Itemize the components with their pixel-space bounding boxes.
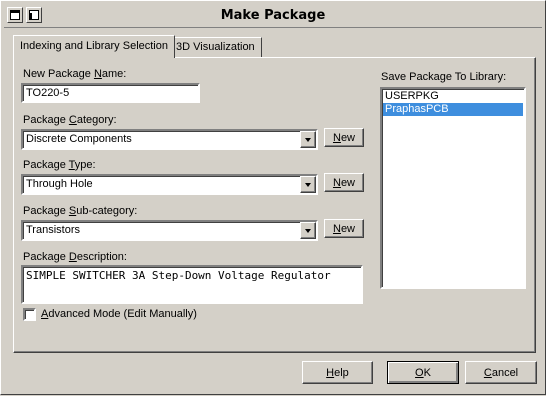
package-type-label: Package Type: [23,159,96,171]
package-subcategory-label: Package Sub-category: [23,205,138,217]
package-category-select[interactable]: Discrete Components [21,129,318,150]
library-list[interactable]: USERPKG PraphasPCB [380,87,526,289]
list-item[interactable]: USERPKG [383,90,523,103]
library-label: Save Package To Library: [381,71,507,83]
new-category-button[interactable]: New [324,128,364,147]
chevron-down-icon[interactable] [300,176,316,193]
advanced-mode-checkbox[interactable] [23,308,36,321]
package-type-select[interactable]: Through Hole [21,174,318,195]
package-category-label: Package Category: [23,114,117,126]
package-name-input[interactable]: TO220-5 [21,83,200,103]
chevron-down-icon[interactable] [300,222,316,239]
advanced-mode-label[interactable]: Advanced Mode (Edit Manually) [41,308,197,320]
make-package-dialog: Make Package Indexing and Library Select… [0,0,546,395]
package-subcategory-select[interactable]: Transistors [21,220,318,241]
new-type-button[interactable]: New [324,173,364,192]
new-subcategory-button[interactable]: New [324,219,364,238]
package-description-label: Package Description: [23,251,127,263]
list-item[interactable]: PraphasPCB [383,103,523,116]
package-subcategory-value: Transistors [26,224,80,236]
package-description-input[interactable]: SIMPLE SWITCHER 3A Step-Down Voltage Reg… [21,265,363,304]
chevron-down-icon[interactable] [300,131,316,148]
package-name-label: New Package Name: [23,68,127,80]
package-category-value: Discrete Components [26,133,132,145]
package-type-value: Through Hole [26,178,93,190]
